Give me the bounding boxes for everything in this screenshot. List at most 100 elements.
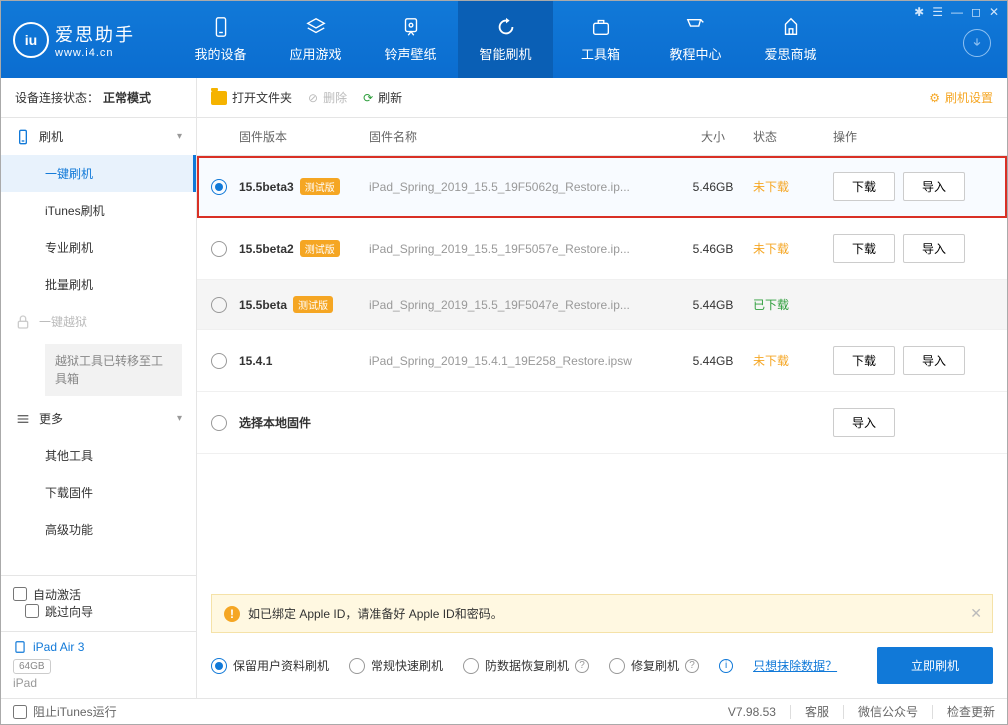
- download-button[interactable]: 下载: [833, 172, 895, 201]
- window-control[interactable]: ◻: [971, 5, 981, 19]
- sidebar-group-more[interactable]: 更多 ▾: [1, 400, 196, 437]
- mode-radio[interactable]: [609, 658, 625, 674]
- block-itunes-checkbox[interactable]: 阻止iTunes运行: [13, 703, 117, 720]
- refresh-button[interactable]: ⟳刷新: [363, 89, 402, 106]
- app-name: 爱思助手: [55, 21, 135, 47]
- import-button[interactable]: 导入: [833, 408, 895, 437]
- tablet-icon: [13, 640, 27, 654]
- flash-mode-option[interactable]: 常规快速刷机: [349, 657, 443, 674]
- download-button[interactable]: 下载: [833, 234, 895, 263]
- import-button[interactable]: 导入: [903, 234, 965, 263]
- version-label: V7.98.53: [728, 705, 776, 719]
- sidebar-group-flash[interactable]: 刷机 ▾: [1, 118, 196, 155]
- menu-icon: [15, 411, 31, 427]
- sidebar-item[interactable]: 下载固件: [1, 474, 196, 511]
- app-header: iu 爱思助手 www.i4.cn 我的设备应用游戏铃声壁纸智能刷机工具箱教程中…: [1, 1, 1007, 78]
- sidebar: 设备连接状态： 正常模式 刷机 ▾ 一键刷机iTunes刷机专业刷机批量刷机 一…: [1, 78, 197, 698]
- tab-icon: [400, 16, 422, 38]
- flash-mode-option[interactable]: 修复刷机?: [609, 657, 699, 674]
- firmware-status: 未下载: [753, 178, 833, 195]
- check-update-link[interactable]: 检查更新: [947, 703, 995, 720]
- top-tab-2[interactable]: 铃声壁纸: [363, 1, 458, 78]
- table-row[interactable]: 选择本地固件导入: [197, 392, 1007, 454]
- firmware-filename: iPad_Spring_2019_15.5_19F5062g_Restore.i…: [369, 180, 673, 194]
- tab-icon: [495, 16, 517, 38]
- toolbar: 打开文件夹 ⊘删除 ⟳刷新 ⚙刷机设置: [197, 78, 1007, 118]
- app-url: www.i4.cn: [55, 47, 135, 59]
- firmware-version: 15.4.1: [239, 354, 369, 368]
- mode-radio[interactable]: [211, 658, 227, 674]
- download-button[interactable]: 下载: [833, 346, 895, 375]
- apple-id-notice: ! 如已绑定 Apple ID，请准备好 Apple ID和密码。 ✕: [211, 594, 993, 633]
- skip-guide-checkbox[interactable]: 跳过向导: [25, 603, 93, 620]
- row-radio[interactable]: [211, 353, 227, 369]
- window-control[interactable]: —: [951, 5, 963, 19]
- help-icon[interactable]: ?: [575, 659, 589, 673]
- tab-icon: [305, 16, 327, 38]
- firmware-size: 5.46GB: [673, 242, 753, 256]
- col-size: 大小: [673, 128, 753, 145]
- top-tab-5[interactable]: 教程中心: [648, 1, 743, 78]
- delete-button: ⊘删除: [308, 89, 347, 106]
- sidebar-item[interactable]: 专业刷机: [1, 229, 196, 266]
- top-tab-1[interactable]: 应用游戏: [268, 1, 363, 78]
- table-row[interactable]: 15.4.1iPad_Spring_2019_15.4.1_19E258_Res…: [197, 330, 1007, 392]
- sidebar-item[interactable]: 高级功能: [1, 511, 196, 548]
- sidebar-item[interactable]: 批量刷机: [1, 266, 196, 303]
- row-radio[interactable]: [211, 241, 227, 257]
- row-radio[interactable]: [211, 415, 227, 431]
- flash-now-button[interactable]: 立即刷机: [877, 647, 993, 684]
- info-icon[interactable]: i: [719, 659, 733, 673]
- gear-icon: ⚙: [929, 91, 940, 105]
- device-panel[interactable]: iPad Air 3 64GB iPad: [1, 631, 196, 698]
- beta-tag: 测试版: [300, 178, 340, 195]
- auto-activate-checkbox[interactable]: 自动激活: [13, 586, 184, 603]
- top-tab-3[interactable]: 智能刷机: [458, 1, 553, 78]
- download-manager-button[interactable]: [963, 29, 991, 57]
- row-radio[interactable]: [211, 179, 227, 195]
- window-control[interactable]: ✕: [989, 5, 999, 19]
- top-tab-6[interactable]: 爱思商城: [743, 1, 838, 78]
- flash-settings-button[interactable]: ⚙刷机设置: [929, 89, 993, 106]
- main-panel: 打开文件夹 ⊘删除 ⟳刷新 ⚙刷机设置 固件版本 固件名称 大小 状态 操作 1…: [197, 78, 1007, 698]
- table-row[interactable]: 15.5beta测试版iPad_Spring_2019_15.5_19F5047…: [197, 280, 1007, 330]
- firmware-table: 15.5beta3测试版iPad_Spring_2019_15.5_19F506…: [197, 156, 1007, 586]
- firmware-version: 15.5beta测试版: [239, 296, 369, 313]
- window-control[interactable]: ✱: [914, 5, 924, 19]
- window-control[interactable]: ☰: [932, 5, 943, 19]
- import-button[interactable]: 导入: [903, 172, 965, 201]
- table-header: 固件版本 固件名称 大小 状态 操作: [197, 118, 1007, 156]
- flash-mode-option[interactable]: 保留用户资料刷机: [211, 657, 329, 674]
- wechat-link[interactable]: 微信公众号: [858, 703, 918, 720]
- table-row[interactable]: 15.5beta2测试版iPad_Spring_2019_15.5_19F505…: [197, 218, 1007, 280]
- close-notice-button[interactable]: ✕: [970, 605, 982, 622]
- table-row[interactable]: 15.5beta3测试版iPad_Spring_2019_15.5_19F506…: [197, 156, 1007, 218]
- support-link[interactable]: 客服: [805, 703, 829, 720]
- firmware-version: 15.5beta3测试版: [239, 178, 369, 195]
- firmware-version: 选择本地固件: [239, 414, 833, 431]
- sidebar-item[interactable]: iTunes刷机: [1, 192, 196, 229]
- firmware-filename: iPad_Spring_2019_15.5_19F5057e_Restore.i…: [369, 242, 673, 256]
- row-radio[interactable]: [211, 297, 227, 313]
- help-icon[interactable]: ?: [685, 659, 699, 673]
- col-status: 状态: [753, 128, 833, 145]
- firmware-filename: iPad_Spring_2019_15.5_19F5047e_Restore.i…: [369, 298, 673, 312]
- top-tab-0[interactable]: 我的设备: [173, 1, 268, 78]
- mode-radio[interactable]: [463, 658, 479, 674]
- folder-icon: [211, 91, 227, 105]
- top-tab-4[interactable]: 工具箱: [553, 1, 648, 78]
- chevron-down-icon: ▾: [177, 413, 182, 424]
- erase-data-link[interactable]: 只想抹除数据？: [753, 657, 837, 674]
- chevron-down-icon: ▾: [177, 131, 182, 142]
- connection-status: 设备连接状态： 正常模式: [1, 78, 196, 118]
- sidebar-item[interactable]: 一键刷机: [1, 155, 196, 192]
- refresh-icon: ⟳: [363, 91, 373, 105]
- mode-radio[interactable]: [349, 658, 365, 674]
- open-folder-button[interactable]: 打开文件夹: [211, 89, 292, 106]
- sidebar-item[interactable]: 其他工具: [1, 437, 196, 474]
- import-button[interactable]: 导入: [903, 346, 965, 375]
- lock-icon: [15, 314, 31, 330]
- flash-mode-option[interactable]: 防数据恢复刷机?: [463, 657, 589, 674]
- firmware-filename: iPad_Spring_2019_15.4.1_19E258_Restore.i…: [369, 354, 673, 368]
- col-version: 固件版本: [239, 128, 369, 145]
